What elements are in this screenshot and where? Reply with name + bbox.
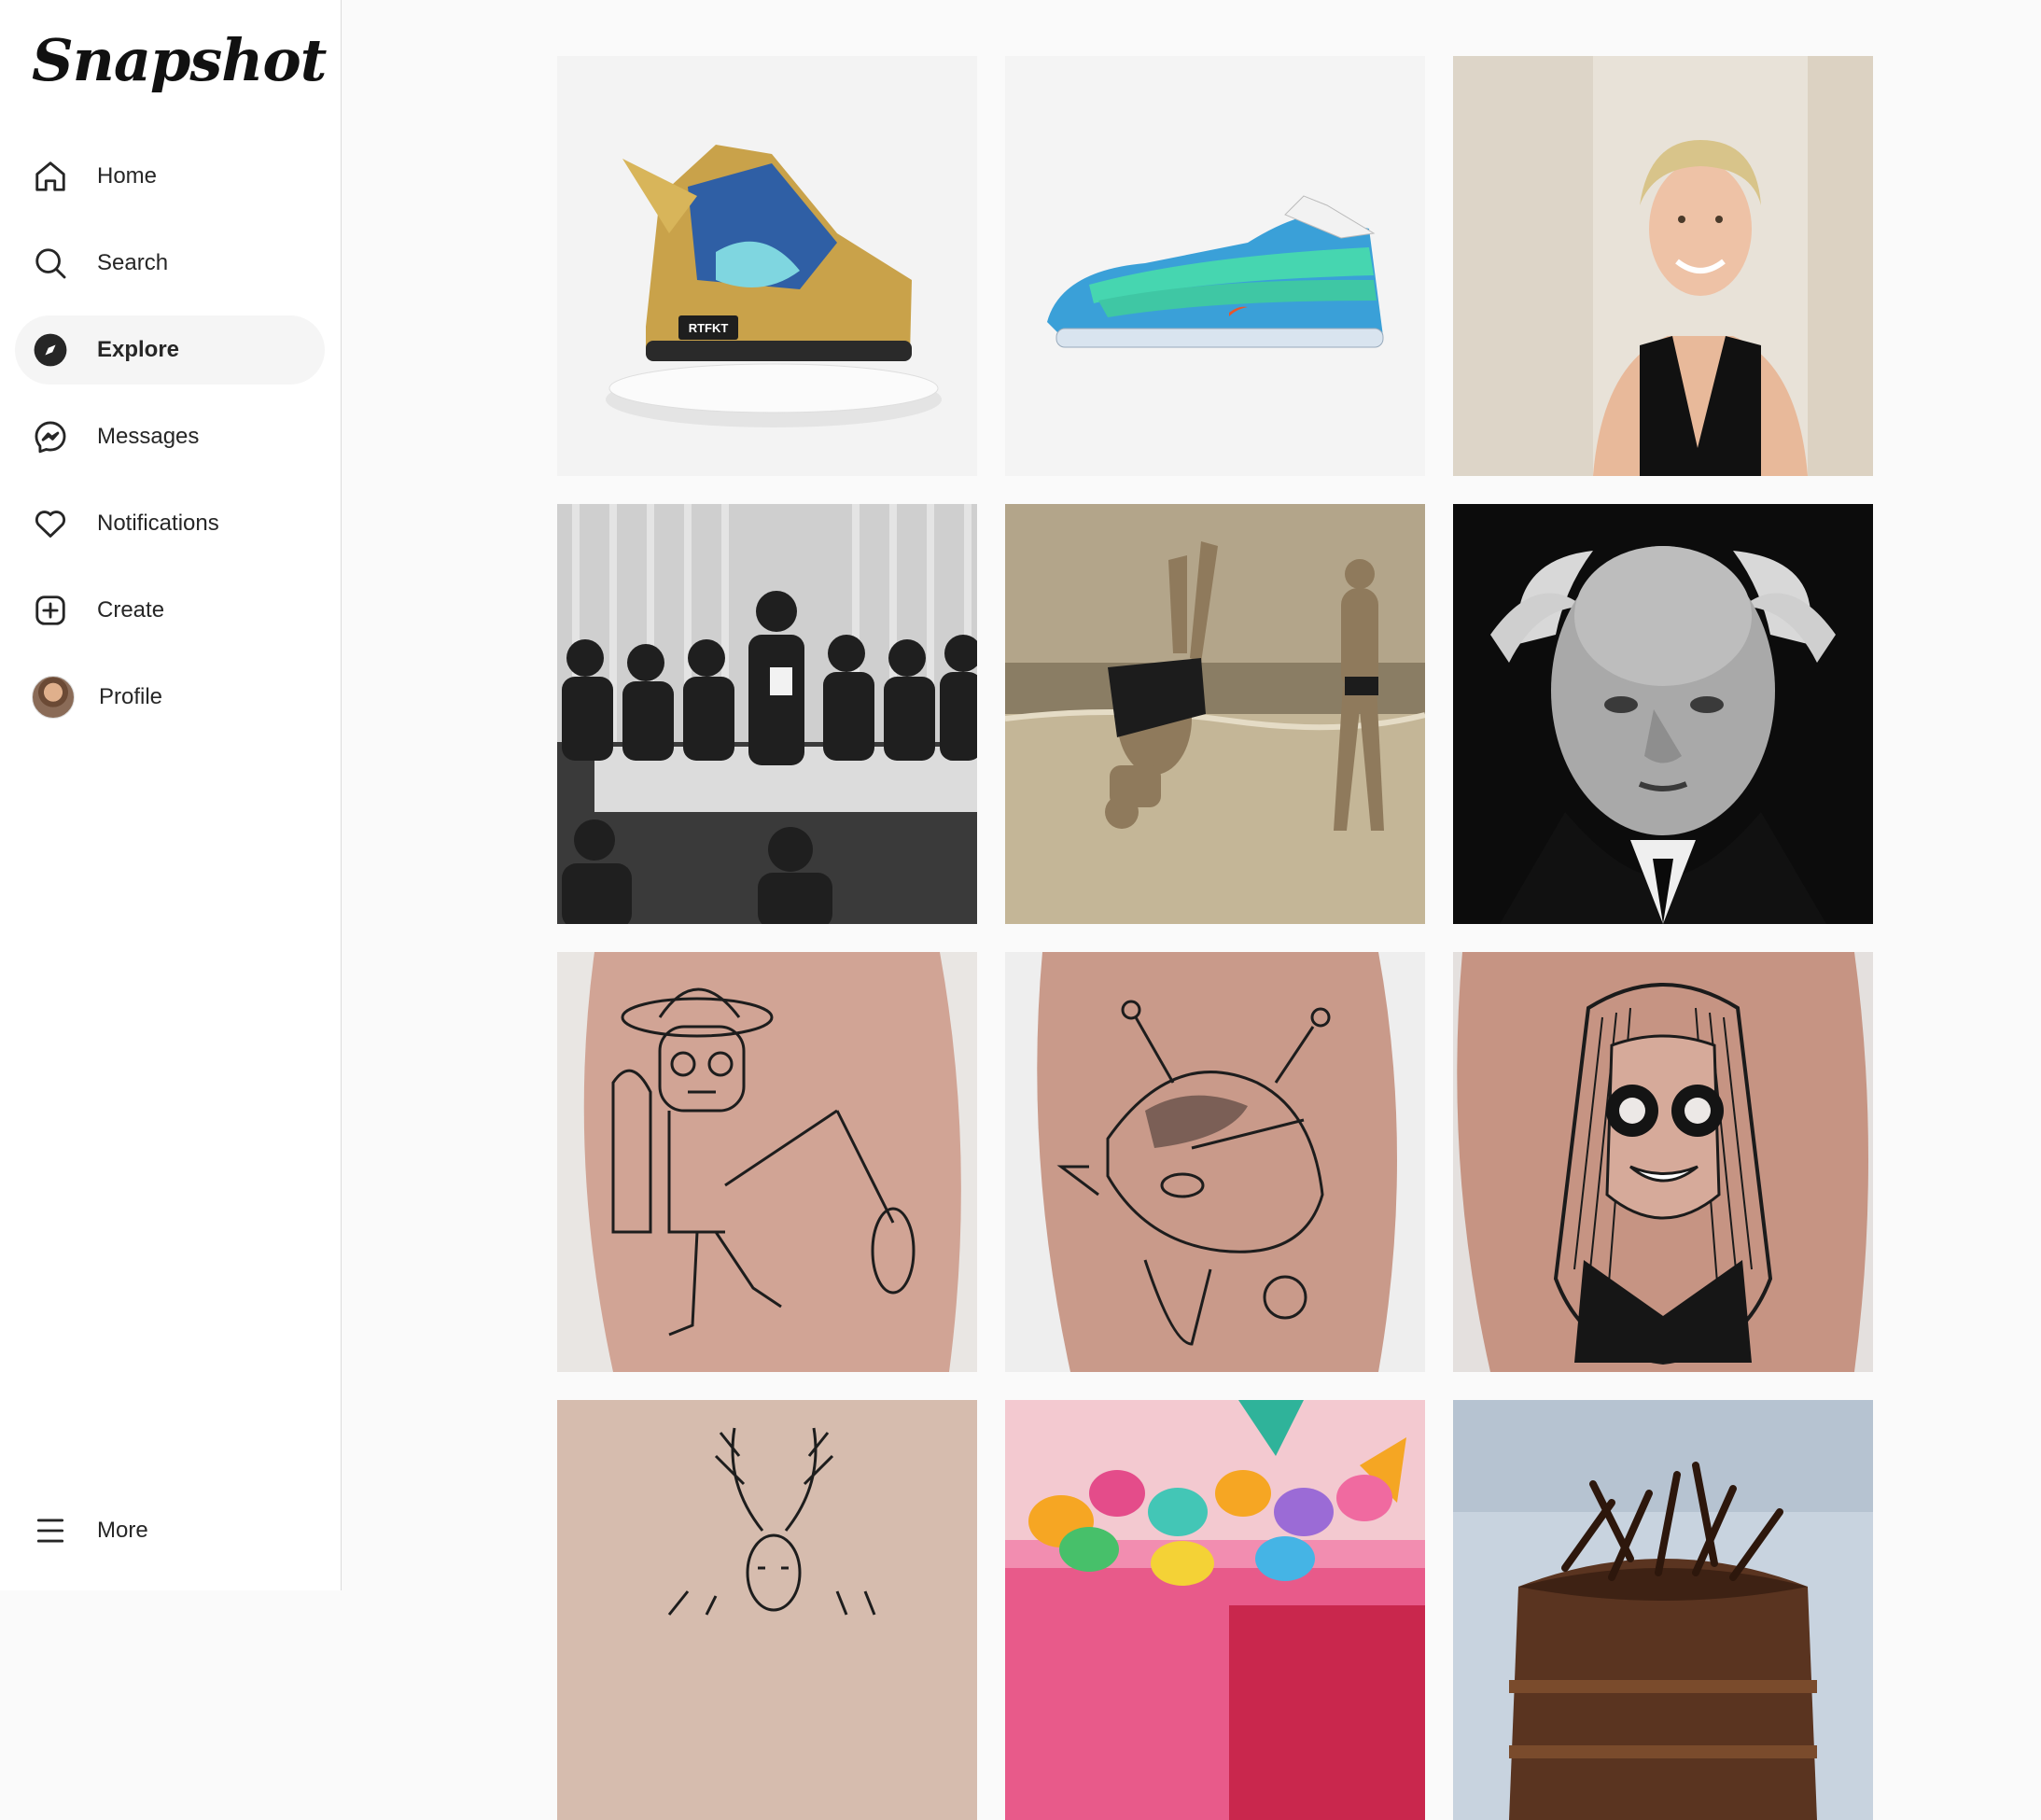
- skeleton-fishing-tattoo-photo[interactable]: [557, 952, 977, 1372]
- nav-label: Search: [97, 250, 169, 275]
- compass-icon: [32, 331, 69, 369]
- nav-item-search[interactable]: Search: [15, 229, 325, 298]
- nav-item-create[interactable]: Create: [15, 576, 325, 645]
- nav-label: Messages: [97, 424, 200, 449]
- nav-label: Explore: [97, 337, 180, 362]
- sneaker-badge: RTFKT: [689, 321, 729, 335]
- nav-item-home[interactable]: Home: [15, 142, 325, 211]
- portrait-photo[interactable]: [1453, 56, 1873, 476]
- hamburger-icon: [32, 1512, 69, 1549]
- nav-item-more[interactable]: More: [15, 1496, 325, 1565]
- avatar: [32, 676, 75, 719]
- home-icon: [32, 158, 69, 195]
- woman-glasses-tattoo-photo[interactable]: [1453, 952, 1873, 1372]
- beach-headstand-photo[interactable]: [1005, 504, 1425, 924]
- app-logo[interactable]: Snapshot: [32, 26, 327, 94]
- cupcake-cake-photo[interactable]: [1005, 1400, 1425, 1820]
- explore-grid: RTFKT: [557, 56, 1873, 1820]
- nav-label: Notifications: [97, 511, 219, 536]
- nav-item-messages[interactable]: Messages: [15, 402, 325, 471]
- pig-tattoo-photo[interactable]: [1005, 952, 1425, 1372]
- gold-sneaker-photo[interactable]: RTFKT: [557, 56, 977, 476]
- deer-antlers-tattoo-photo[interactable]: [557, 1400, 977, 1820]
- heart-icon: [32, 505, 69, 542]
- nav-item-profile[interactable]: Profile: [15, 663, 325, 732]
- chocolate-cake-photo[interactable]: [1453, 1400, 1873, 1820]
- elderly-man-portrait-photo[interactable]: [1453, 504, 1873, 924]
- nav-label: More: [97, 1518, 148, 1543]
- sidebar: Snapshot Home Search Explore Messages No…: [0, 0, 342, 1590]
- nav-item-explore[interactable]: Explore: [15, 315, 325, 385]
- nav-label: Profile: [99, 684, 163, 709]
- plus-square-icon: [32, 592, 69, 629]
- historic-ceremony-photo[interactable]: [557, 504, 977, 924]
- nav-label: Home: [97, 163, 158, 189]
- nav-item-notifications[interactable]: Notifications: [15, 489, 325, 558]
- blue-sneaker-photo[interactable]: [1005, 56, 1425, 476]
- messenger-icon: [32, 418, 69, 455]
- nav-label: Create: [97, 597, 165, 623]
- search-icon: [32, 245, 69, 282]
